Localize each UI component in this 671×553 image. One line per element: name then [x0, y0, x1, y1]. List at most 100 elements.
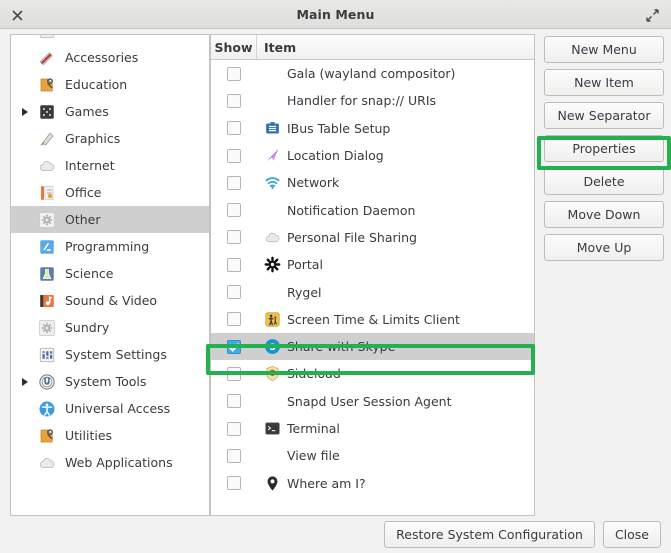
show-checkbox[interactable] [227, 175, 241, 190]
sidebar-item-label: Sundry [65, 320, 110, 335]
delete-button[interactable]: Delete [544, 168, 664, 195]
sidebar-item-universal-access[interactable]: Universal Access [11, 395, 209, 422]
show-checkbox-cell[interactable] [211, 66, 257, 81]
show-checkbox-cell[interactable] [211, 312, 257, 327]
office-icon [35, 182, 59, 204]
sidebar-item-web-applications[interactable]: Web Applications [11, 449, 209, 476]
show-checkbox[interactable] [227, 121, 241, 136]
programming-icon [35, 236, 59, 258]
maximize-icon[interactable] [641, 4, 663, 26]
item-label: Personal File Sharing [287, 229, 417, 245]
sidebar-item-other[interactable]: Other [11, 206, 209, 233]
item-label: Terminal [287, 421, 340, 436]
sidebar-item-graphics[interactable]: Graphics [11, 125, 209, 152]
show-checkbox[interactable] [227, 148, 241, 163]
show-checkbox[interactable] [227, 339, 241, 354]
chevron-right-icon[interactable] [15, 107, 35, 116]
show-checkbox-cell[interactable] [211, 148, 257, 163]
location-arrow-icon [257, 145, 287, 167]
show-checkbox-cell[interactable] [211, 339, 257, 354]
sidebar-item-label: Games [65, 104, 109, 119]
table-row[interactable]: Rygel [211, 278, 534, 305]
properties-button[interactable]: Properties [544, 135, 664, 162]
show-checkbox-cell[interactable] [211, 175, 257, 190]
sidebar-item-sundry[interactable]: Sundry [11, 314, 209, 341]
show-checkbox[interactable] [227, 476, 241, 491]
table-row[interactable]: Portal [211, 251, 534, 278]
table-row[interactable]: S Share with Skype [211, 332, 534, 361]
sidebar-item-system-tools[interactable]: System Tools [11, 368, 209, 395]
show-checkbox[interactable] [227, 421, 241, 436]
table-row[interactable]: Personal File Sharing [211, 224, 534, 251]
show-checkbox[interactable] [227, 448, 241, 463]
show-checkbox-cell[interactable] [211, 285, 257, 300]
sidebar-item-science[interactable]: Science [11, 260, 209, 287]
table-row[interactable]: Screen Time & Limits Client [211, 306, 534, 333]
table-row[interactable]: View file [211, 442, 534, 469]
new-separator-button[interactable]: New Separator [544, 102, 664, 129]
show-checkbox-cell[interactable] [211, 230, 257, 245]
table-row[interactable]: Where am I? [211, 469, 534, 496]
no-icon [257, 390, 287, 412]
show-checkbox[interactable] [227, 203, 241, 218]
sidebar-item-label: Internet [65, 158, 115, 173]
show-checkbox-cell[interactable] [211, 257, 257, 272]
show-checkbox-cell[interactable] [211, 421, 257, 436]
show-checkbox-cell[interactable] [211, 121, 257, 136]
table-row[interactable]: Location Dialog [211, 142, 534, 169]
restore-system-configuration-button[interactable]: Restore System Configuration [384, 521, 595, 548]
table-row[interactable]: Sideload [211, 360, 534, 387]
show-checkbox[interactable] [227, 257, 241, 272]
title-bar: Main Menu [0, 0, 671, 29]
show-checkbox[interactable] [227, 93, 241, 108]
show-checkbox-cell[interactable] [211, 93, 257, 108]
terminal-icon [257, 418, 287, 440]
category-tree-panel[interactable]: Accessories Education Games Graphics Interne… [10, 34, 210, 516]
bottom-bar: Restore System Configuration Close [0, 516, 671, 553]
category-row-partial[interactable] [11, 35, 209, 44]
sidebar-item-label: System Settings [65, 347, 167, 362]
sound-video-icon [35, 290, 59, 312]
item-label: Portal [287, 257, 323, 273]
table-row[interactable]: IBus Table Setup [211, 115, 534, 142]
graphics-icon [35, 128, 59, 150]
sidebar-item-system-settings[interactable]: System Settings [11, 341, 209, 368]
show-checkbox-cell[interactable] [211, 394, 257, 409]
sidebar-item-programming[interactable]: Programming [11, 233, 209, 260]
show-checkbox-cell[interactable] [211, 366, 257, 381]
category-list: Accessories Education Games Graphics Interne… [11, 35, 209, 476]
close-button[interactable]: Close [602, 521, 661, 548]
sidebar-item-education[interactable]: Education [11, 71, 209, 98]
show-checkbox[interactable] [227, 312, 241, 327]
move-up-button[interactable]: Move Up [544, 234, 664, 261]
sidebar-item-utilities[interactable]: Utilities [11, 422, 209, 449]
show-checkbox[interactable] [227, 394, 241, 409]
table-row[interactable]: Snapd User Session Agent [211, 388, 534, 415]
menu-item-list-panel[interactable]: Show Item Gala (wayland compositor) Handl… [210, 34, 535, 516]
show-checkbox[interactable] [227, 66, 241, 81]
table-row[interactable]: Notification Daemon [211, 196, 534, 223]
table-row[interactable]: Terminal [211, 415, 534, 442]
sidebar-item-accessories[interactable]: Accessories [11, 44, 209, 71]
move-down-button[interactable]: Move Down [544, 201, 664, 228]
show-checkbox[interactable] [227, 366, 241, 381]
table-row[interactable]: Gala (wayland compositor) [211, 60, 534, 87]
table-row[interactable]: Handler for snap:// URIs [211, 87, 534, 114]
new-menu-button[interactable]: New Menu [544, 36, 664, 63]
show-checkbox[interactable] [227, 285, 241, 300]
sidebar-item-label: System Tools [65, 374, 147, 389]
show-checkbox-cell[interactable] [211, 203, 257, 218]
show-checkbox[interactable] [227, 230, 241, 245]
cloud-icon [257, 226, 287, 248]
table-row[interactable]: Network [211, 169, 534, 196]
show-checkbox-cell[interactable] [211, 448, 257, 463]
new-item-button[interactable]: New Item [544, 69, 664, 96]
sidebar-item-office[interactable]: Office [11, 179, 209, 206]
show-checkbox-cell[interactable] [211, 476, 257, 491]
sidebar-item-games[interactable]: Games [11, 98, 209, 125]
sidebar-item-internet[interactable]: Internet [11, 152, 209, 179]
chevron-right-icon[interactable] [15, 377, 35, 386]
accessories-icon [35, 47, 59, 69]
sidebar-item-label: Office [65, 185, 102, 200]
sidebar-item-sound-video[interactable]: Sound & Video [11, 287, 209, 314]
